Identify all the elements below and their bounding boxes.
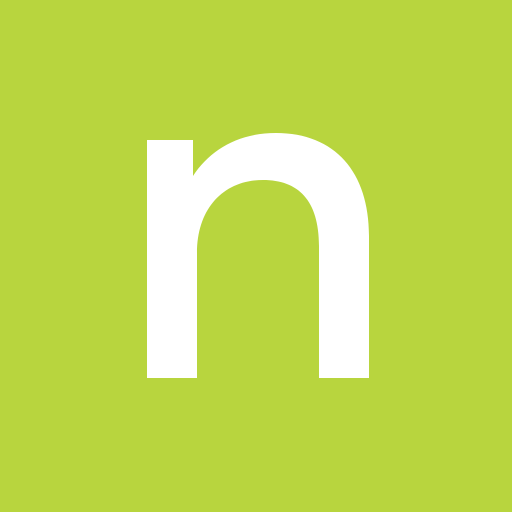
letter-n-glyph <box>147 133 369 378</box>
letter-n-logo-icon <box>147 133 369 378</box>
app-icon-tile <box>0 0 512 512</box>
